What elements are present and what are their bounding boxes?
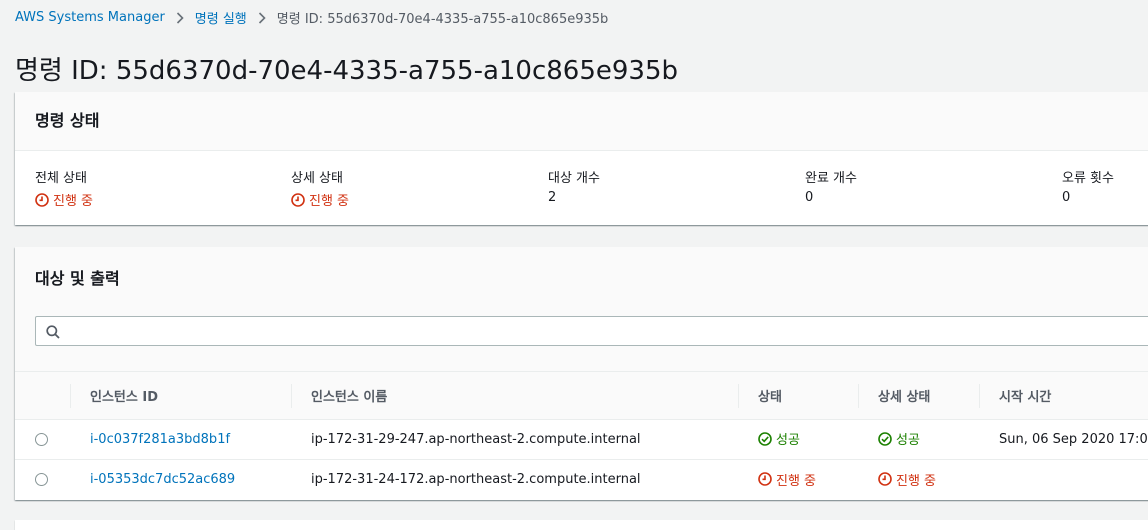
instance-id-cell: i-0c037f281a3bd8b1f: [70, 420, 291, 460]
start-time-cell: Sun, 06 Sep 2020 17:05: [999, 432, 1148, 447]
status-badge: 성공: [758, 429, 800, 448]
targets-outputs-header: 대상 및 출력: [15, 247, 1148, 371]
start-time-cell: [979, 459, 1148, 500]
command-status-panel: 명령 상태 전체 상태 진행 중 상세 상태 진행 중 대상 개수 2 완료 개…: [15, 92, 1148, 225]
target-count-value: 2: [548, 190, 557, 205]
detail-status-badge: 진행 중: [878, 470, 936, 489]
detail-status: 상세 상태 진행 중: [291, 167, 349, 211]
target-count: 대상 개수 2: [548, 167, 600, 205]
breadcrumb: AWS Systems Manager 명령 실행 명령 ID: 55d6370…: [15, 8, 608, 27]
breadcrumb-current: 명령 ID: 55d6370d-70e4-4335-a755-a10c865e9…: [276, 12, 609, 27]
check-circle-icon: [878, 431, 892, 446]
chevron-right-icon: [258, 11, 266, 24]
targets-table: 인스턴스 ID 인스턴스 이름 상태 상세 상태 시작 시간 i-0c037f2…: [15, 371, 1148, 500]
completed-count: 완료 개수 0: [805, 167, 857, 205]
detail-status-value: 진행 중: [291, 190, 349, 209]
completed-count-label: 완료 개수: [805, 171, 857, 186]
status-text: 성공: [776, 433, 800, 449]
overall-status-text: 진행 중: [53, 194, 94, 209]
table-header-row: 인스턴스 ID 인스턴스 이름 상태 상세 상태 시작 시간: [15, 371, 1148, 420]
column-header-detail-status[interactable]: 상세 상태: [858, 371, 979, 420]
status-text: 진행 중: [776, 473, 817, 489]
command-status-values: 전체 상태 진행 중 상세 상태 진행 중 대상 개수 2 완료 개수 0 오류…: [15, 151, 1148, 225]
search-icon: [46, 324, 60, 343]
targets-outputs-panel: 대상 및 출력 인스턴스 ID 인스턴스 이름 상태 상세 상태 시작 시간 i…: [15, 247, 1148, 500]
status-cell: 진행 중: [738, 459, 858, 500]
next-panel-edge: [15, 520, 1148, 530]
check-circle-icon: [758, 431, 772, 446]
clock-icon: [291, 192, 305, 207]
search-input[interactable]: [68, 319, 1148, 343]
table-row[interactable]: i-05353dc7dc52ac689 ip-172-31-24-172.ap-…: [15, 459, 1148, 500]
row-select-radio[interactable]: [35, 433, 48, 446]
overall-status-value: 진행 중: [35, 190, 93, 209]
clock-icon: [35, 192, 49, 207]
column-header-select: [15, 371, 70, 420]
instance-name-cell: ip-172-31-29-247.ap-northeast-2.compute.…: [311, 432, 641, 447]
status-cell: 성공: [738, 420, 858, 460]
row-select-radio[interactable]: [35, 473, 48, 487]
detail-status-badge: 성공: [878, 429, 920, 448]
search-box: [35, 316, 1148, 346]
clock-icon: [758, 472, 772, 486]
overall-status-label: 전체 상태: [35, 171, 87, 186]
targets-outputs-heading: 대상 및 출력: [35, 269, 120, 288]
error-count-value: 0: [1062, 190, 1071, 205]
overall-status: 전체 상태 진행 중: [35, 167, 93, 211]
detail-status-label: 상세 상태: [291, 171, 343, 186]
error-count-label: 오류 횟수: [1062, 171, 1114, 186]
instance-name-cell: ip-172-31-24-172.ap-northeast-2.compute.…: [291, 459, 738, 500]
column-header-instance-name[interactable]: 인스턴스 이름: [291, 371, 738, 420]
table-row[interactable]: i-0c037f281a3bd8b1f ip-172-31-29-247.ap-…: [15, 420, 1148, 460]
command-status-heading: 명령 상태: [15, 92, 1148, 151]
detail-status-text: 성공: [896, 433, 920, 449]
breadcrumb-systems-manager[interactable]: AWS Systems Manager: [15, 10, 165, 25]
column-header-start-time[interactable]: 시작 시간: [979, 371, 1148, 420]
clock-icon: [878, 472, 892, 486]
detail-status-text: 진행 중: [896, 473, 937, 489]
row-select-cell: [15, 420, 70, 460]
row-select-cell: [15, 459, 70, 500]
detail-status-text: 진행 중: [309, 194, 350, 209]
completed-count-value: 0: [805, 190, 814, 205]
detail-status-cell: 진행 중: [858, 459, 979, 500]
page-title: 명령 ID: 55d6370d-70e4-4335-a755-a10c865e9…: [15, 56, 679, 86]
column-header-instance-id[interactable]: 인스턴스 ID: [70, 371, 291, 420]
detail-status-cell: 성공: [858, 420, 979, 460]
target-count-label: 대상 개수: [548, 171, 600, 186]
breadcrumb-run-command[interactable]: 명령 실행: [195, 8, 247, 27]
instance-id-link[interactable]: i-0c037f281a3bd8b1f: [90, 432, 230, 447]
status-badge: 진행 중: [758, 470, 816, 489]
column-header-status[interactable]: 상태: [738, 371, 858, 420]
error-count: 오류 횟수 0: [1062, 167, 1114, 205]
chevron-right-icon: [176, 11, 184, 24]
instance-id-cell: i-05353dc7dc52ac689: [70, 459, 291, 500]
instance-id-link[interactable]: i-05353dc7dc52ac689: [90, 472, 235, 487]
